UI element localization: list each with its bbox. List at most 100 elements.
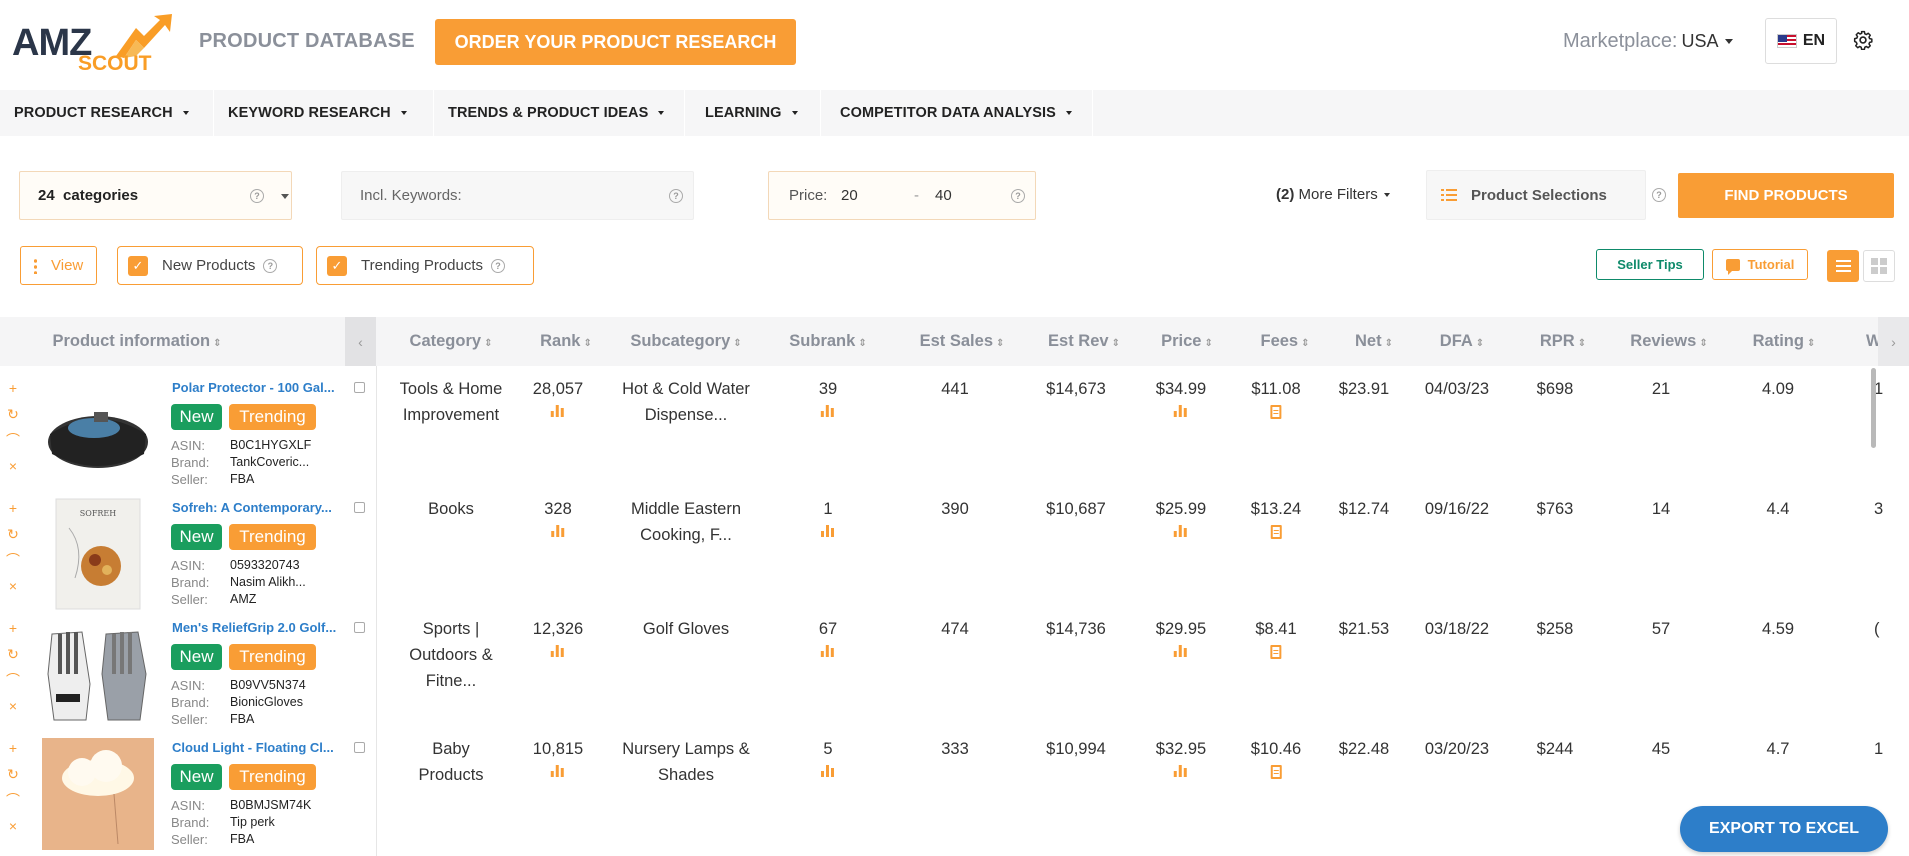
- tracker-icon[interactable]: ⌒: [6, 792, 20, 809]
- copy-icon[interactable]: [354, 622, 365, 633]
- bar-chart-icon[interactable]: [820, 644, 835, 658]
- tracker-icon[interactable]: ⌒: [6, 672, 20, 689]
- col-product-information[interactable]: Product information ⇕: [52, 332, 221, 351]
- nav-keyword-research[interactable]: KEYWORD RESEARCH: [214, 90, 434, 136]
- col-dfa[interactable]: DFA ⇕: [1440, 332, 1484, 351]
- product-image[interactable]: SOFREH: [42, 498, 154, 610]
- close-icon[interactable]: ×: [6, 698, 20, 715]
- col-rpr[interactable]: RPR ⇕: [1540, 332, 1586, 351]
- col-fees[interactable]: Fees ⇕: [1261, 332, 1310, 351]
- table-row[interactable]: + ↻ ⌒ × Men's ReliefGrip 2.0 Golf... New Trend…: [0, 606, 1909, 727]
- col-reviews[interactable]: Reviews ⇕: [1630, 332, 1707, 351]
- scroll-left-button[interactable]: ‹: [345, 317, 376, 366]
- col-subrank[interactable]: Subrank ⇕: [789, 332, 866, 351]
- marketplace-selector[interactable]: Marketplace: USA: [1563, 30, 1733, 53]
- col-est-sales[interactable]: Est Sales ⇕: [920, 332, 1005, 351]
- checkbox-checked-icon[interactable]: ✓: [327, 255, 347, 276]
- tutorial-button[interactable]: Tutorial: [1712, 249, 1808, 280]
- help-icon[interactable]: ?: [491, 258, 506, 273]
- vertical-scrollbar[interactable]: [1871, 368, 1876, 448]
- refresh-icon[interactable]: ↻: [6, 766, 20, 783]
- price-max-input[interactable]: 40: [935, 187, 952, 204]
- table-row[interactable]: + ↻ ⌒ × Polar Protector - 100 Gal... New Trend…: [0, 366, 1909, 487]
- bar-chart-icon[interactable]: [1174, 524, 1188, 538]
- calculator-icon[interactable]: [1270, 765, 1282, 779]
- close-icon[interactable]: ×: [6, 578, 20, 595]
- copy-icon[interactable]: [354, 502, 365, 513]
- refresh-icon[interactable]: ↻: [6, 526, 20, 543]
- order-product-research-button[interactable]: ORDER YOUR PRODUCT RESEARCH: [435, 19, 796, 65]
- table-row[interactable]: + ↻ ⌒ × SOFREH Sofreh: A Contemporary... New Tr…: [0, 486, 1909, 610]
- add-icon[interactable]: +: [6, 620, 20, 637]
- bar-chart-icon[interactable]: [821, 764, 835, 778]
- help-icon[interactable]: ?: [250, 189, 264, 203]
- asin-info: ASIN: 0593320743: [171, 558, 300, 573]
- nav-learning[interactable]: LEARNING: [685, 90, 821, 136]
- price-min-input[interactable]: 20: [841, 187, 858, 204]
- trending-products-toggle[interactable]: ✓ Trending Products ?: [316, 246, 534, 285]
- copy-icon[interactable]: [354, 742, 365, 753]
- bar-chart-icon[interactable]: [820, 404, 835, 418]
- language-button[interactable]: EN: [1765, 18, 1837, 64]
- new-products-toggle[interactable]: ✓ New Products ?: [117, 246, 303, 285]
- col-rank[interactable]: Rank ⇕: [540, 332, 592, 351]
- table-header: Product information ⇕ Category ⇕ Rank ⇕ Sub…: [0, 317, 1909, 366]
- gear-icon[interactable]: [1853, 30, 1873, 50]
- tracker-icon[interactable]: ⌒: [6, 552, 20, 569]
- calculator-icon[interactable]: [1270, 525, 1282, 539]
- refresh-icon[interactable]: ↻: [6, 406, 20, 423]
- categories-select[interactable]: 24 categories ?: [19, 171, 292, 220]
- col-net[interactable]: Net ⇕: [1355, 332, 1393, 351]
- col-price[interactable]: Price ⇕: [1161, 332, 1213, 351]
- product-name-link[interactable]: Polar Protector - 100 Gal...: [172, 380, 340, 395]
- checkbox-checked-icon[interactable]: ✓: [128, 255, 148, 276]
- product-image[interactable]: [42, 738, 154, 850]
- nav-trends-product-ideas[interactable]: TRENDS & PRODUCT IDEAS: [434, 90, 685, 136]
- list-view-button[interactable]: [1827, 250, 1859, 282]
- bar-chart-icon[interactable]: [1174, 644, 1188, 658]
- view-button[interactable]: View: [20, 246, 97, 285]
- nav-product-research[interactable]: PRODUCT RESEARCH: [0, 90, 214, 136]
- product-name-link[interactable]: Sofreh: A Contemporary...: [172, 500, 340, 515]
- copy-icon[interactable]: [354, 382, 365, 393]
- bar-chart-icon[interactable]: [821, 524, 835, 538]
- seller-tips-button[interactable]: Seller Tips: [1596, 249, 1704, 280]
- bar-chart-icon[interactable]: [551, 524, 565, 538]
- add-icon[interactable]: +: [6, 500, 20, 517]
- bar-chart-icon[interactable]: [1174, 764, 1188, 778]
- scroll-right-button[interactable]: ›: [1878, 317, 1909, 366]
- calculator-icon[interactable]: [1270, 645, 1282, 659]
- grid-view-button[interactable]: [1863, 250, 1895, 282]
- help-icon[interactable]: ?: [1011, 189, 1025, 203]
- refresh-icon[interactable]: ↻: [6, 646, 20, 663]
- bar-chart-icon[interactable]: [551, 404, 565, 418]
- add-icon[interactable]: +: [6, 380, 20, 397]
- amzscout-logo[interactable]: AMZ SCOUT: [12, 12, 172, 75]
- bar-chart-icon[interactable]: [551, 764, 565, 778]
- product-image[interactable]: [42, 378, 154, 490]
- col-est-rev[interactable]: Est Rev ⇕: [1048, 332, 1120, 351]
- more-filters-button[interactable]: (2) More Filters: [1276, 186, 1390, 203]
- col-category[interactable]: Category ⇕: [410, 332, 493, 351]
- product-selections-button[interactable]: Product Selections: [1426, 170, 1646, 220]
- keywords-input[interactable]: Incl. Keywords: ?: [341, 171, 694, 220]
- calculator-icon[interactable]: [1270, 405, 1282, 419]
- help-icon[interactable]: ?: [1652, 188, 1666, 202]
- close-icon[interactable]: ×: [6, 818, 20, 835]
- nav-competitor-data-analysis[interactable]: COMPETITOR DATA ANALYSIS: [821, 90, 1093, 136]
- bar-chart-icon[interactable]: [551, 644, 565, 658]
- add-icon[interactable]: +: [6, 740, 20, 757]
- col-rating[interactable]: Rating ⇕: [1753, 332, 1816, 351]
- bar-chart-icon[interactable]: [1174, 404, 1188, 418]
- product-name-link[interactable]: Men's ReliefGrip 2.0 Golf...: [172, 620, 340, 635]
- find-products-button[interactable]: FIND PRODUCTS: [1678, 173, 1894, 218]
- tracker-icon[interactable]: ⌒: [6, 432, 20, 449]
- table-row[interactable]: + ↻ ⌒ × Cloud Light - Floating Cl... New Trend…: [0, 726, 1909, 850]
- col-subcategory[interactable]: Subcategory ⇕: [630, 332, 741, 351]
- product-name-link[interactable]: Cloud Light - Floating Cl...: [172, 740, 340, 755]
- close-icon[interactable]: ×: [6, 458, 20, 475]
- help-icon[interactable]: ?: [263, 258, 278, 273]
- export-to-excel-button[interactable]: EXPORT TO EXCEL: [1680, 806, 1888, 852]
- product-image[interactable]: [42, 618, 154, 730]
- help-icon[interactable]: ?: [669, 189, 683, 203]
